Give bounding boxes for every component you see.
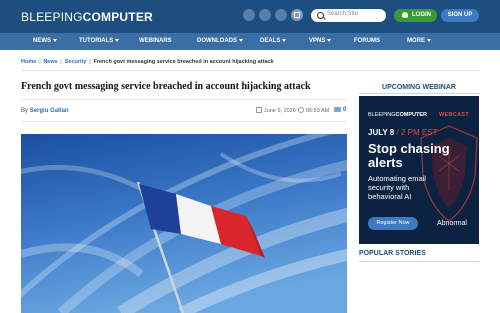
comment-count[interactable]: 0 (343, 107, 346, 113)
ad-logo-part-2: COMPUTER (395, 112, 427, 118)
chevron-down-icon (115, 38, 120, 42)
main-nav: NEWS TUTORIALS WEBINARS DOWNLOADS DEALS … (0, 33, 500, 50)
nav-item-downloads[interactable]: DOWNLOADS (197, 33, 243, 50)
twitter-icon[interactable] (259, 9, 271, 21)
signup-button[interactable]: SIGN UP (441, 9, 479, 22)
publish-time: 06:53 AM (306, 108, 330, 114)
breadcrumb-current: French govt messaging service breached i… (93, 59, 274, 65)
ad-logo: BLEEPINGCOMPUTER (368, 112, 427, 118)
youtube-icon[interactable] (275, 9, 287, 21)
nav-label: MORE (407, 38, 425, 44)
breadcrumb-home[interactable]: Home (21, 59, 36, 65)
ad-date-day: JULY 8 (368, 128, 395, 137)
divider (21, 70, 479, 71)
ad-logo-part-1: BLEEPING (368, 112, 396, 118)
nav-item-vpns[interactable]: VPNS (309, 33, 332, 50)
chevron-down-icon (239, 38, 243, 42)
login-label: LOGIN (412, 12, 431, 18)
upcoming-webinar-heading: UPCOMING WEBINAR (382, 84, 456, 91)
nav-label: WEBINARS (139, 38, 172, 44)
chevron-down-icon (327, 38, 332, 42)
nav-label: DOWNLOADS (197, 38, 237, 44)
user-icon (402, 12, 408, 18)
chevron-down-icon (427, 38, 431, 42)
calendar-icon (256, 107, 262, 113)
nav-item-more[interactable]: MORE (407, 33, 431, 50)
site-header: BLEEPINGCOMPUTER Search Site LOGIN SIGN … (0, 0, 500, 33)
facebook-icon[interactable] (243, 9, 255, 21)
ad-brand: Abnormal (437, 220, 467, 227)
article-title: French govt messaging service breached i… (21, 81, 311, 92)
nav-label: VPNS (309, 38, 326, 44)
author-link[interactable]: Sergiu Gatlan (30, 108, 69, 114)
logo-part-2: COMPUTER (82, 10, 153, 24)
breadcrumb-separator-icon: ▯ (88, 59, 92, 65)
divider (21, 121, 347, 122)
divider (359, 93, 479, 94)
comment-icon[interactable] (334, 107, 341, 112)
ad-date-time: / 2 PM EST (396, 128, 438, 137)
site-logo[interactable]: BLEEPINGCOMPUTER (21, 10, 153, 24)
search-icon (317, 12, 324, 19)
login-button[interactable]: LOGIN (394, 9, 437, 22)
clock-icon (298, 107, 304, 113)
mastodon-icon[interactable] (291, 9, 303, 21)
nav-label: DEALS (260, 38, 281, 44)
webinar-ad[interactable]: BLEEPINGCOMPUTER WEBCAST JULY 8 / 2 PM E… (359, 96, 479, 244)
ad-headline: Stop chasing alerts (368, 141, 450, 170)
divider (21, 99, 347, 100)
chevron-down-icon (282, 38, 287, 42)
chevron-down-icon (53, 38, 57, 42)
search-placeholder: Search Site (327, 11, 359, 17)
ad-tag: WEBCAST (439, 112, 469, 118)
register-now-button[interactable]: Register Now (368, 217, 418, 230)
nav-label: NEWS (33, 38, 51, 44)
nav-label: TUTORIALS (79, 38, 114, 44)
nav-item-webinars[interactable]: WEBINARS (139, 33, 172, 50)
ad-date: JULY 8 / 2 PM EST (368, 128, 437, 137)
nav-label: FORUMS (354, 38, 380, 44)
popular-stories-heading: POPULAR STORIES (359, 250, 426, 257)
publish-date: June 9, 2026 (264, 108, 296, 114)
nav-item-forums[interactable]: FORUMS (354, 33, 380, 50)
breadcrumb-security[interactable]: Security (65, 59, 87, 65)
nav-item-tutorials[interactable]: TUTORIALS (79, 33, 120, 50)
search-input[interactable]: Search Site (311, 9, 386, 22)
nav-item-news[interactable]: NEWS (33, 33, 57, 50)
ad-subtext: Automating email security with behaviora… (368, 174, 426, 201)
divider (359, 261, 479, 262)
byline-prefix: By (21, 108, 29, 114)
breadcrumb-separator-icon: ▯ (38, 59, 42, 65)
nav-item-deals[interactable]: DEALS (260, 33, 287, 50)
breadcrumb: Home ▯ News ▯ Security ▯ French govt messaging… (21, 59, 274, 65)
article-hero-image (21, 134, 347, 313)
breadcrumb-news[interactable]: News (43, 59, 57, 65)
logo-part-1: BLEEPING (21, 10, 83, 24)
breadcrumb-separator-icon: ▯ (59, 59, 63, 65)
byline: By Sergiu Gatlan (21, 108, 69, 114)
